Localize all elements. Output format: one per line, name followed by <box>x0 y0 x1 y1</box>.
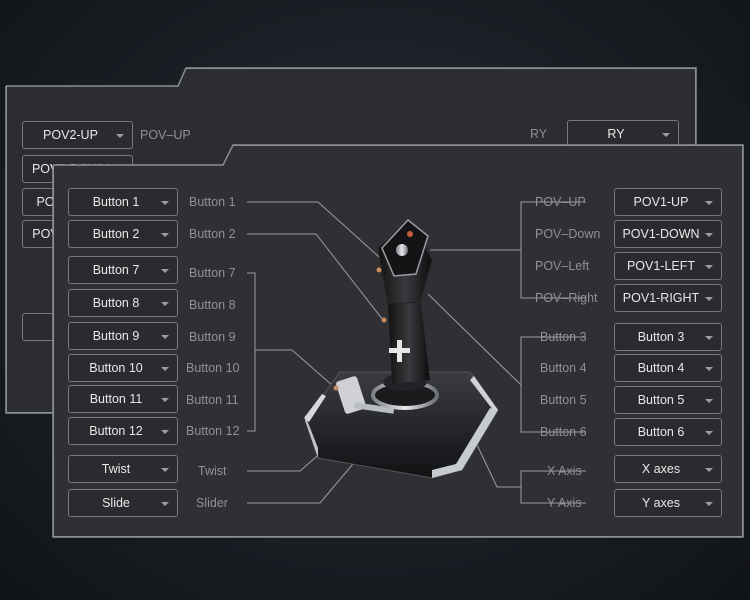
right-label-button-4: Button 4 <box>540 361 587 375</box>
chevron-down-icon <box>705 336 713 340</box>
chevron-down-icon <box>705 502 713 506</box>
left-dropdown-1[interactable]: Button 1 <box>68 188 178 216</box>
right-dropdown-pov1-down[interactable]: POV1-DOWN <box>614 220 722 248</box>
chevron-down-icon <box>161 502 169 506</box>
right-dropdown-button-6[interactable]: Button 6 <box>614 418 722 446</box>
right-label-pov-up: POV–UP <box>535 195 586 209</box>
chevron-down-icon <box>161 302 169 306</box>
right-label-pov-right: POV–Right <box>535 291 598 305</box>
right-dropdown-y-axes[interactable]: Y axes <box>614 489 722 517</box>
right-dropdown-button-5[interactable]: Button 5 <box>614 386 722 414</box>
chevron-down-icon <box>161 201 169 205</box>
chevron-down-icon <box>705 297 713 301</box>
chevron-down-icon <box>705 399 713 403</box>
right-label-pov-left: POV–Left <box>535 259 590 273</box>
chevron-down-icon <box>705 265 713 269</box>
chevron-down-icon <box>161 233 169 237</box>
right-label-x-axis: X Axis <box>547 464 582 478</box>
left-dropdown-4[interactable]: Button 8 <box>68 289 178 317</box>
left-label-5: Button 9 <box>189 330 236 344</box>
chevron-down-icon <box>161 398 169 402</box>
right-dropdown-pov1-right[interactable]: POV1-RIGHT <box>614 284 722 312</box>
chevron-down-icon <box>705 431 713 435</box>
right-label-button-3: Button 3 <box>540 330 587 344</box>
chevron-down-icon <box>705 468 713 472</box>
right-dropdown-pov1-left[interactable]: POV1-LEFT <box>614 252 722 280</box>
left-label-twist: Twist <box>198 464 227 478</box>
left-dropdown-6[interactable]: Button 10 <box>68 354 178 382</box>
right-dropdown-pov1-up[interactable]: POV1-UP <box>614 188 722 216</box>
right-dropdown-button-4[interactable]: Button 4 <box>614 354 722 382</box>
left-dropdown-slide[interactable]: Slide <box>68 489 178 517</box>
left-label-3: Button 7 <box>189 266 236 280</box>
left-dropdown-twist[interactable]: Twist <box>68 455 178 483</box>
right-dropdown-button-3[interactable]: Button 3 <box>614 323 722 351</box>
right-dropdown-x-axes[interactable]: X axes <box>614 455 722 483</box>
right-label-button-6: Button 6 <box>540 425 587 439</box>
chevron-down-icon <box>161 269 169 273</box>
chevron-down-icon <box>161 367 169 371</box>
left-label-7: Button 11 <box>186 393 239 407</box>
chevron-down-icon <box>161 468 169 472</box>
left-dropdown-8[interactable]: Button 12 <box>68 417 178 445</box>
right-label-y-axis: Y Axis <box>547 496 582 510</box>
left-dropdown-7[interactable]: Button 11 <box>68 385 178 413</box>
chevron-down-icon <box>161 430 169 434</box>
chevron-down-icon <box>161 335 169 339</box>
left-label-1: Button 1 <box>189 195 236 209</box>
chevron-down-icon <box>705 233 713 237</box>
left-label-slider: Slider <box>196 496 228 510</box>
left-dropdown-5[interactable]: Button 9 <box>68 322 178 350</box>
left-label-8: Button 12 <box>186 424 240 438</box>
chevron-down-icon <box>705 201 713 205</box>
left-label-6: Button 10 <box>186 361 240 375</box>
left-label-2: Button 2 <box>189 227 236 241</box>
right-label-pov-down: POV–Down <box>535 227 601 241</box>
left-dropdown-2[interactable]: Button 2 <box>68 220 178 248</box>
right-label-button-5: Button 5 <box>540 393 587 407</box>
left-label-4: Button 8 <box>189 298 236 312</box>
left-dropdown-3[interactable]: Button 7 <box>68 256 178 284</box>
chevron-down-icon <box>705 367 713 371</box>
